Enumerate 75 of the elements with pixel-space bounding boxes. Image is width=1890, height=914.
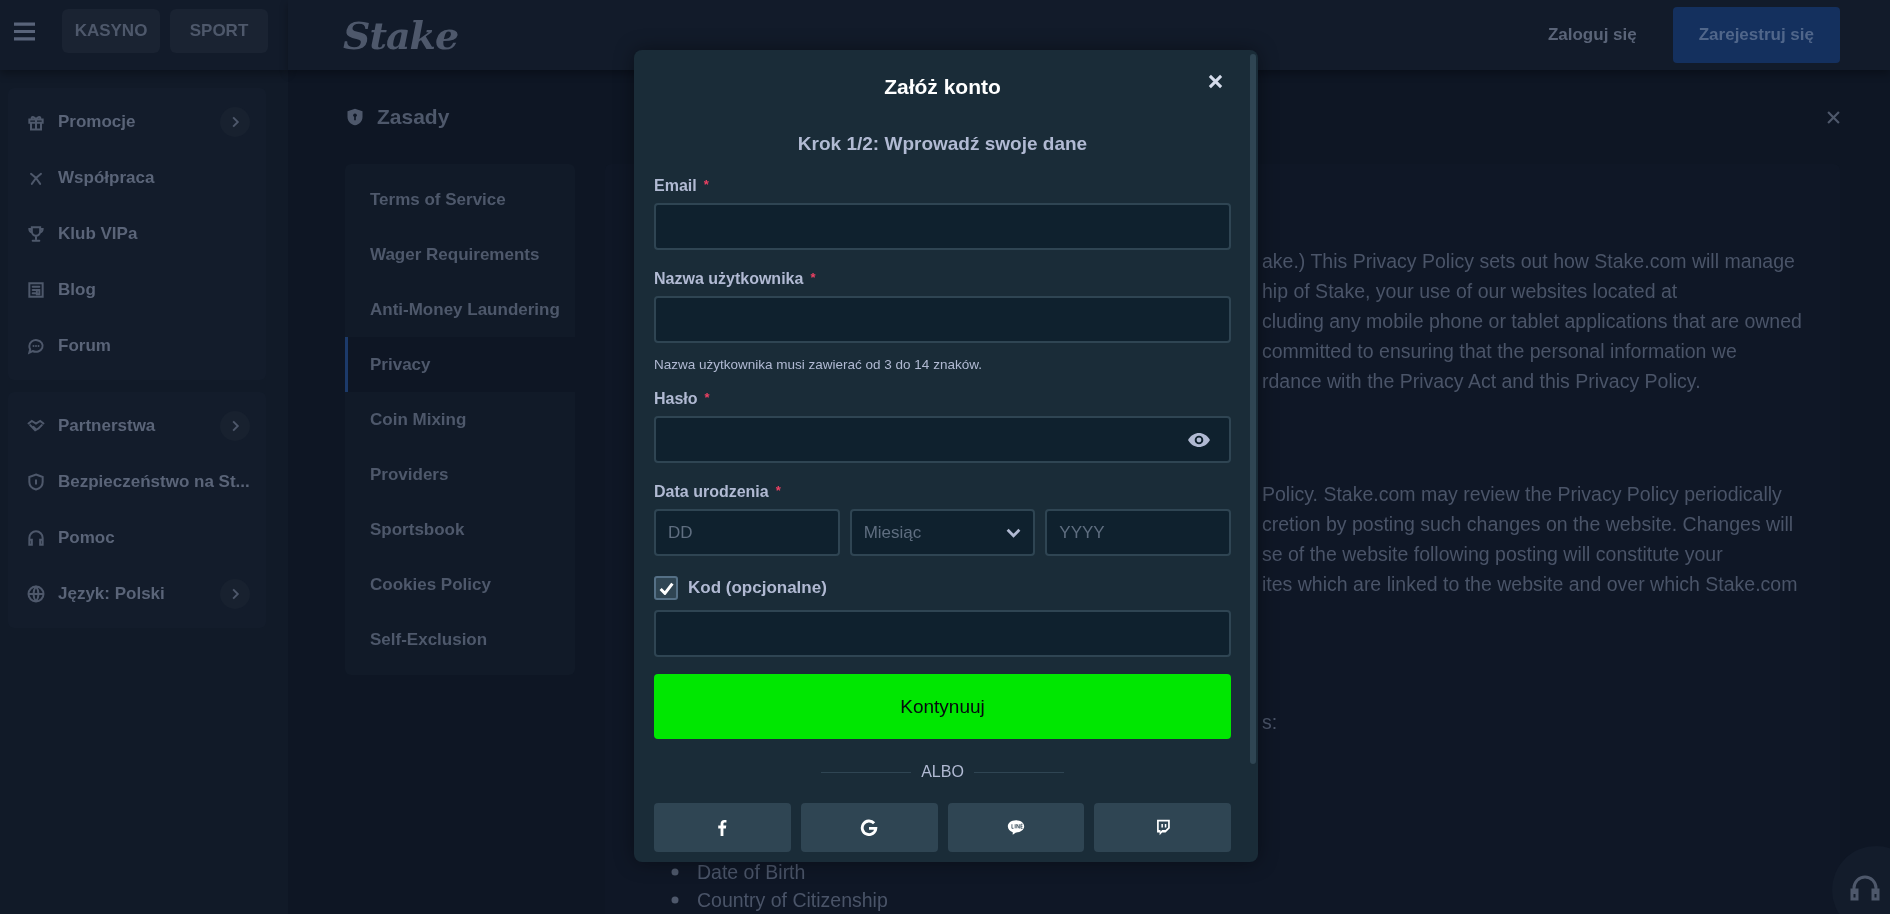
logo[interactable]: Stake: [343, 12, 459, 58]
field-label: Nazwa użytkownika: [654, 270, 804, 288]
shield-icon: [26, 472, 46, 492]
list-item-text: Country of Citizenship: [697, 888, 888, 913]
sidebar-item[interactable]: Forum: [8, 318, 266, 374]
sidebar-item[interactable]: Współpraca: [8, 150, 266, 206]
menu-icon[interactable]: [14, 21, 35, 41]
continue-button[interactable]: Kontynuuj: [654, 674, 1231, 739]
step-title: Krok 1/2: Wprowadź swoje dane: [796, 133, 1089, 155]
social-button[interactable]: [947, 803, 1085, 852]
text-field[interactable]: [654, 203, 1231, 250]
category-tab[interactable]: KASYNO: [62, 9, 160, 53]
policy-nav-item[interactable]: Self-Exclusion: [345, 612, 575, 667]
globe-icon: [26, 584, 46, 604]
field-label: Hasło: [654, 390, 698, 408]
policy-nav-item[interactable]: Wager Requirements: [345, 227, 575, 282]
text-field[interactable]: [654, 296, 1231, 343]
checkbox-label: Kod (opcjonalne): [688, 578, 827, 598]
policy-text: rdance with the Privacy Act and this Privacy Policy.: [1262, 369, 1702, 394]
chat-icon: [26, 336, 46, 356]
policy-nav-item[interactable]: Privacy: [345, 337, 575, 392]
divider-label: ALBO: [921, 763, 964, 781]
required-mark: *: [775, 483, 781, 500]
list-item-text: Date of Birth: [697, 860, 806, 885]
dialog-title: Załóż konto: [884, 75, 1001, 99]
code-field[interactable]: [654, 610, 1231, 657]
date-field[interactable]: DD: [654, 509, 840, 556]
eye-icon[interactable]: [1187, 431, 1211, 448]
date-field[interactable]: YYYY: [1045, 509, 1231, 556]
policy-text: cretion by posting such changes on the website. Changes will: [1262, 512, 1795, 537]
google-icon: [860, 819, 879, 836]
policy-text: s:: [1262, 710, 1279, 735]
policy-nav-item[interactable]: Terms of Service: [345, 172, 575, 227]
bullet-icon: [671, 896, 679, 904]
policy-text: ites which are linked to the website and over which Stake.com: [1262, 572, 1799, 597]
sidebar-item[interactable]: Pomoc: [8, 510, 266, 566]
policy-nav-item[interactable]: Anti-Money Laundering: [345, 282, 575, 337]
field-label: Email: [654, 177, 697, 195]
policy-text: cluding any mobile phone or tablet applications that are owned: [1262, 309, 1803, 334]
field-label: Data urodzenia: [654, 483, 769, 501]
sidebar-item[interactable]: Promocje: [8, 94, 266, 150]
login-link[interactable]: Zaloguj się: [1547, 25, 1637, 45]
sidebar-item[interactable]: Język: Polski: [8, 566, 266, 622]
bullet-icon: [671, 868, 679, 876]
register-button[interactable]: Zarejestruj się: [1672, 7, 1840, 63]
policy-text: ake.) This Privacy Policy sets out how Stake.com will manage: [1262, 249, 1796, 274]
trophy-icon: [26, 224, 46, 244]
policy-nav-item[interactable]: Sportsbook: [345, 502, 575, 557]
sidebar-item[interactable]: Bezpieczeństwo na St...: [8, 454, 266, 510]
policy-nav-item[interactable]: Cookies Policy: [345, 557, 575, 612]
policy-text: Policy. Stake.com may review the Privacy Policy periodically: [1262, 482, 1783, 507]
field-hint: Nazwa użytkownika musi zawierać od 3 do 14 znaków.: [654, 357, 983, 372]
sidebar-item[interactable]: Partnerstwa: [8, 398, 266, 454]
required-mark: *: [703, 177, 709, 194]
page-title: Zasady: [377, 105, 450, 129]
sidebar-item[interactable]: Blog: [8, 262, 266, 318]
chevron-down-icon: [1006, 527, 1022, 538]
social-button[interactable]: [800, 803, 938, 852]
required-mark: *: [704, 390, 710, 407]
newspaper-icon: [26, 280, 46, 300]
policy-text: hip of Stake, your use of our websites located at: [1262, 279, 1679, 304]
headset-icon: [26, 528, 46, 548]
sidebar-item[interactable]: Klub VIPa: [8, 206, 266, 262]
chat-bubble-icon: [1006, 819, 1025, 836]
policy-text: se of the website following posting will constitute your: [1262, 542, 1724, 567]
code-checkbox[interactable]: [654, 576, 678, 600]
category-tab[interactable]: SPORT: [170, 9, 268, 53]
month-select[interactable]: Miesiąc: [849, 509, 1036, 556]
required-mark: *: [810, 270, 816, 287]
policy-text: committed to ensuring that the personal information we: [1262, 339, 1738, 364]
password-field[interactable]: [654, 416, 1231, 463]
policy-nav-item[interactable]: Coin Mixing: [345, 392, 575, 447]
checkmark-icon: [658, 581, 674, 595]
policy-nav-item[interactable]: Providers: [345, 447, 575, 502]
shield-icon: [345, 106, 365, 128]
